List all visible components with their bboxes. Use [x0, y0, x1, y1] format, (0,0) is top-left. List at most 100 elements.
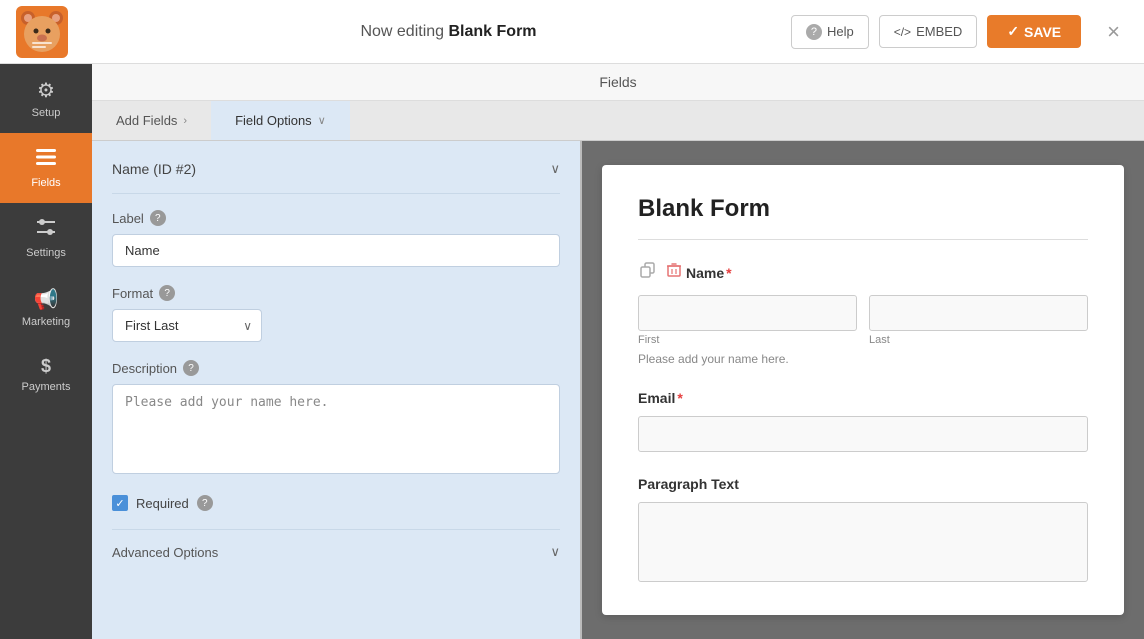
- name-description: Please add your name here.: [638, 352, 1088, 366]
- advanced-options-label: Advanced Options: [112, 545, 218, 560]
- copy-icon: [640, 262, 656, 278]
- top-header: Now editing Blank Form ? Help </> EMBED …: [0, 0, 1144, 64]
- save-label: SAVE: [1024, 24, 1061, 40]
- required-label: Required: [136, 496, 189, 511]
- sidebar-item-marketing[interactable]: 📢 Marketing: [0, 273, 92, 342]
- format-select[interactable]: First Last First Only Last Only First Mi…: [112, 309, 262, 342]
- sidebar-item-settings[interactable]: Settings: [0, 203, 92, 273]
- last-name-wrap: Last: [869, 295, 1088, 346]
- help-icon: ?: [806, 24, 822, 40]
- preview-field-paragraph-label: Paragraph Text: [638, 476, 1088, 492]
- preview-field-email-label: Email*: [638, 390, 1088, 406]
- required-help-icon[interactable]: ?: [197, 495, 213, 511]
- first-sublabel: First: [638, 334, 857, 346]
- preview-name-label: Name: [686, 265, 724, 281]
- last-name-input[interactable]: [869, 295, 1088, 331]
- embed-icon: </>: [894, 25, 911, 39]
- label-text: Label: [112, 211, 144, 226]
- panels: Name (ID #2) ∨ Label ? Format ?: [92, 141, 1144, 639]
- preview-field-name: Name* First Last Please: [638, 260, 1088, 366]
- fields-topbar: Fields: [92, 64, 1144, 101]
- embed-button[interactable]: </> EMBED: [879, 15, 978, 48]
- label-group: Label ?: [112, 210, 560, 267]
- advanced-options-row[interactable]: Advanced Options ∨: [112, 529, 560, 566]
- megaphone-icon: 📢: [34, 287, 59, 312]
- close-icon: ×: [1107, 19, 1120, 44]
- preview-field-name-actions: [638, 260, 684, 285]
- tab-add-fields-label: Add Fields: [116, 113, 177, 128]
- preview-email-label-text: Email: [638, 390, 675, 406]
- tab-field-options-label: Field Options: [235, 113, 312, 128]
- chevron-down-icon: ∨: [318, 114, 326, 127]
- sidebar-item-setup[interactable]: ⚙ Setup: [0, 64, 92, 133]
- paragraph-textarea[interactable]: [638, 502, 1088, 582]
- format-select-wrap: First Last First Only Last Only First Mi…: [112, 309, 262, 342]
- header-prefix: Now editing: [360, 23, 448, 40]
- help-button[interactable]: ? Help: [791, 15, 869, 49]
- gear-icon: ⚙: [37, 78, 55, 103]
- delete-field-button[interactable]: [664, 260, 684, 285]
- email-required-star: *: [677, 390, 682, 406]
- field-header: Name (ID #2) ∨: [112, 161, 560, 177]
- format-group: Format ? First Last First Only Last Only…: [112, 285, 560, 342]
- required-row: Required ?: [112, 495, 560, 511]
- description-label: Description ?: [112, 360, 560, 376]
- email-input[interactable]: [638, 416, 1088, 452]
- sidebar-label-marketing: Marketing: [22, 316, 70, 328]
- fields-bar-label: Fields: [599, 74, 636, 90]
- label-input[interactable]: [112, 234, 560, 267]
- name-required-star: *: [726, 265, 731, 281]
- advanced-options-chevron-icon: ∨: [550, 544, 560, 560]
- label-help-icon[interactable]: ?: [150, 210, 166, 226]
- header-title: Now editing Blank Form: [106, 23, 791, 41]
- tab-field-options[interactable]: Field Options ∨: [211, 101, 350, 140]
- field-title: Name (ID #2): [112, 161, 196, 177]
- field-collapse-icon[interactable]: ∨: [550, 161, 560, 177]
- form-preview-title: Blank Form: [638, 195, 1088, 240]
- help-label: Help: [827, 24, 854, 39]
- sidebar-label-fields: Fields: [31, 177, 60, 189]
- header-bold: Blank Form: [449, 23, 537, 40]
- save-button[interactable]: ✓ SAVE: [987, 15, 1081, 48]
- required-checkbox[interactable]: [112, 495, 128, 511]
- checkmark-icon: ✓: [1007, 23, 1019, 40]
- close-button[interactable]: ×: [1099, 19, 1128, 45]
- preview-field-email: Email*: [638, 390, 1088, 452]
- field-divider: [112, 193, 560, 194]
- sidebar-item-fields[interactable]: Fields: [0, 133, 92, 203]
- first-name-wrap: First: [638, 295, 857, 346]
- label-form-label: Label ?: [112, 210, 560, 226]
- preview-field-name-label-row: Name*: [638, 260, 1088, 285]
- format-help-icon[interactable]: ?: [159, 285, 175, 301]
- description-group: Description ? Please add your name here.: [112, 360, 560, 477]
- description-textarea[interactable]: Please add your name here.: [112, 384, 560, 474]
- copy-field-button[interactable]: [638, 260, 658, 285]
- sidebar: ⚙ Setup Fields Settin: [0, 64, 92, 639]
- trash-icon: [666, 262, 682, 278]
- left-panel: Name (ID #2) ∨ Label ? Format ?: [92, 141, 582, 639]
- dollar-icon: $: [41, 356, 51, 377]
- fields-icon: [35, 147, 57, 173]
- first-name-input[interactable]: [638, 295, 857, 331]
- tab-add-fields[interactable]: Add Fields ›: [92, 101, 211, 140]
- chevron-right-icon: ›: [183, 115, 187, 127]
- sidebar-label-payments: Payments: [22, 381, 71, 393]
- embed-label: EMBED: [916, 24, 962, 39]
- description-text: Description: [112, 361, 177, 376]
- logo-bear: [16, 6, 68, 58]
- content-area: Fields Add Fields › Field Options ∨ Name…: [92, 64, 1144, 639]
- name-inputs-row: First Last: [638, 295, 1088, 346]
- sidebar-label-setup: Setup: [32, 107, 61, 119]
- format-label: Format ?: [112, 285, 560, 301]
- description-help-icon[interactable]: ?: [183, 360, 199, 376]
- format-text: Format: [112, 286, 153, 301]
- preview-paragraph-label-text: Paragraph Text: [638, 476, 739, 492]
- tab-bar: Add Fields › Field Options ∨: [92, 101, 1144, 141]
- form-preview: Blank Form: [602, 165, 1124, 615]
- sliders-icon: [35, 217, 57, 243]
- right-panel: Blank Form: [582, 141, 1144, 639]
- last-sublabel: Last: [869, 334, 1088, 346]
- sidebar-item-payments[interactable]: $ Payments: [0, 342, 92, 407]
- sidebar-label-settings: Settings: [26, 247, 66, 259]
- logo-area: [16, 6, 106, 58]
